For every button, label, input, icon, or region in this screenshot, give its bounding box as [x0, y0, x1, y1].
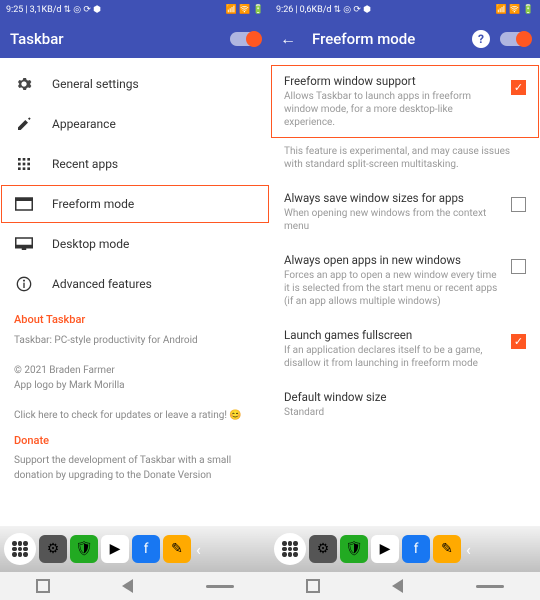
- master-toggle[interactable]: [500, 32, 530, 46]
- recents-button[interactable]: [306, 579, 320, 593]
- menu-recent-apps[interactable]: Recent apps: [0, 144, 270, 184]
- home-button[interactable]: [476, 585, 504, 588]
- menu-freeform-mode[interactable]: Freeform mode: [0, 184, 270, 224]
- checkbox[interactable]: [511, 259, 526, 274]
- about-tagline: Taskbar: PC-style productivity for Andro…: [14, 333, 256, 348]
- signal-icon: 📶 🛜 🔋: [496, 5, 534, 15]
- menu-label: Desktop mode: [52, 237, 129, 251]
- setting-new-windows[interactable]: Always open apps in new windows Forces a…: [270, 243, 540, 318]
- menu-desktop-mode[interactable]: Desktop mode: [0, 224, 270, 264]
- app-title: Freeform mode: [312, 30, 472, 48]
- app-bar: ← Freeform mode ?: [270, 20, 540, 58]
- back-button[interactable]: ←: [280, 29, 296, 49]
- master-toggle[interactable]: [230, 32, 260, 46]
- setting-freeform-support[interactable]: Freeform window support Allows Taskbar t…: [270, 64, 540, 139]
- dock-app-4[interactable]: f: [132, 535, 160, 563]
- back-button[interactable]: [122, 579, 133, 593]
- about-copyright: © 2021 Braden Farmer: [14, 363, 256, 378]
- dock-expand[interactable]: ‹: [464, 540, 473, 559]
- dock-app-2[interactable]: 🛡: [340, 535, 368, 563]
- setting-desc: When opening new windows from the contex…: [284, 207, 503, 233]
- window-icon: [14, 194, 34, 214]
- menu-label: Recent apps: [52, 157, 118, 171]
- main-menu: General settings Appearance Recent apps …: [0, 58, 270, 526]
- update-link[interactable]: Click here to check for updates or leave…: [14, 408, 256, 423]
- home-button[interactable]: [206, 585, 234, 588]
- status-time: 9:25: [6, 5, 23, 15]
- android-navbar: [0, 572, 540, 600]
- desktop-icon: [14, 234, 34, 254]
- signal-icon: 📶 🛜 🔋: [226, 5, 264, 15]
- dock-app-5[interactable]: ✎: [433, 535, 461, 563]
- help-button[interactable]: ?: [472, 30, 490, 48]
- status-net: 3,1KB/d: [30, 5, 62, 15]
- about-heading: About Taskbar: [14, 312, 256, 329]
- menu-advanced-features[interactable]: Advanced features: [0, 264, 270, 304]
- setting-title: Freeform window support: [284, 74, 503, 88]
- dock-app-1[interactable]: ⚙: [309, 535, 337, 563]
- setting-title: Always open apps in new windows: [284, 253, 503, 267]
- dock-app-3[interactable]: ▶: [101, 535, 129, 563]
- menu-label: Advanced features: [52, 277, 152, 291]
- back-button[interactable]: [392, 579, 403, 593]
- checkbox[interactable]: [511, 197, 526, 212]
- setting-desc: If an application declares itself to be …: [284, 344, 503, 370]
- setting-title: Default window size: [284, 390, 518, 404]
- menu-label: Freeform mode: [52, 197, 134, 211]
- app-title: Taskbar: [10, 30, 230, 48]
- menu-label: Appearance: [52, 117, 116, 131]
- pencil-icon: [14, 114, 34, 134]
- menu-appearance[interactable]: Appearance: [0, 104, 270, 144]
- apps-button[interactable]: [274, 533, 306, 565]
- setting-title: Launch games fullscreen: [284, 328, 503, 342]
- setting-games-fullscreen[interactable]: Launch games fullscreen If an applicatio…: [270, 318, 540, 380]
- setting-save-sizes[interactable]: Always save window sizes for apps When o…: [270, 181, 540, 243]
- setting-desc: Standard: [284, 406, 518, 419]
- setting-desc: Allows Taskbar to launch apps in freefor…: [284, 90, 503, 129]
- dock-app-5[interactable]: ✎: [163, 535, 191, 563]
- status-net: 0,6KB/d: [300, 5, 332, 15]
- dock-app-1[interactable]: ⚙: [39, 535, 67, 563]
- about-logo-credit: App logo by Mark Morilla: [14, 378, 256, 393]
- donate-heading: Donate: [14, 433, 256, 450]
- checkbox[interactable]: ✓: [511, 80, 526, 95]
- right-phone: 9:26 | 0,6KB/d ⇅ ◎ ⟳ ⬢ 📶 🛜 🔋 ← Freeform …: [270, 0, 540, 526]
- dock-expand[interactable]: ‹: [194, 540, 203, 559]
- status-icons: ⇅ ◎ ⟳ ⬢: [64, 5, 102, 15]
- info-icon: [14, 274, 34, 294]
- app-bar: Taskbar: [0, 20, 270, 58]
- setting-desc: Forces an app to open a new window every…: [284, 269, 503, 308]
- setting-default-size[interactable]: Default window size Standard: [270, 380, 540, 429]
- menu-general-settings[interactable]: General settings: [0, 64, 270, 104]
- menu-label: General settings: [52, 77, 139, 91]
- left-phone: 9:25 | 3,1KB/d ⇅ ◎ ⟳ ⬢ 📶 🛜 🔋 Taskbar Gen…: [0, 0, 270, 526]
- status-time: 9:26: [276, 5, 293, 15]
- about-section: About Taskbar Taskbar: PC-style producti…: [0, 304, 270, 491]
- apps-button[interactable]: [4, 533, 36, 565]
- status-icons: ⇅ ◎ ⟳ ⬢: [334, 5, 372, 15]
- settings-list: Freeform window support Allows Taskbar t…: [270, 58, 540, 526]
- grid-icon: [14, 154, 34, 174]
- status-bar: 9:25 | 3,1KB/d ⇅ ◎ ⟳ ⬢ 📶 🛜 🔋: [0, 0, 270, 20]
- donate-text: Support the development of Taskbar with …: [14, 453, 256, 483]
- dock-app-3[interactable]: ▶: [371, 535, 399, 563]
- status-bar: 9:26 | 0,6KB/d ⇅ ◎ ⟳ ⬢ 📶 🛜 🔋: [270, 0, 540, 20]
- setting-title: Always save window sizes for apps: [284, 191, 503, 205]
- dock: ⚙ 🛡 ▶ f ✎ ‹ ⚙ 🛡 ▶ f ✎ ‹: [0, 526, 540, 572]
- experimental-warning: This feature is experimental, and may ca…: [270, 139, 540, 181]
- dock-app-2[interactable]: 🛡: [70, 535, 98, 563]
- dock-app-4[interactable]: f: [402, 535, 430, 563]
- checkbox[interactable]: ✓: [511, 334, 526, 349]
- recents-button[interactable]: [36, 579, 50, 593]
- gear-icon: [14, 74, 34, 94]
